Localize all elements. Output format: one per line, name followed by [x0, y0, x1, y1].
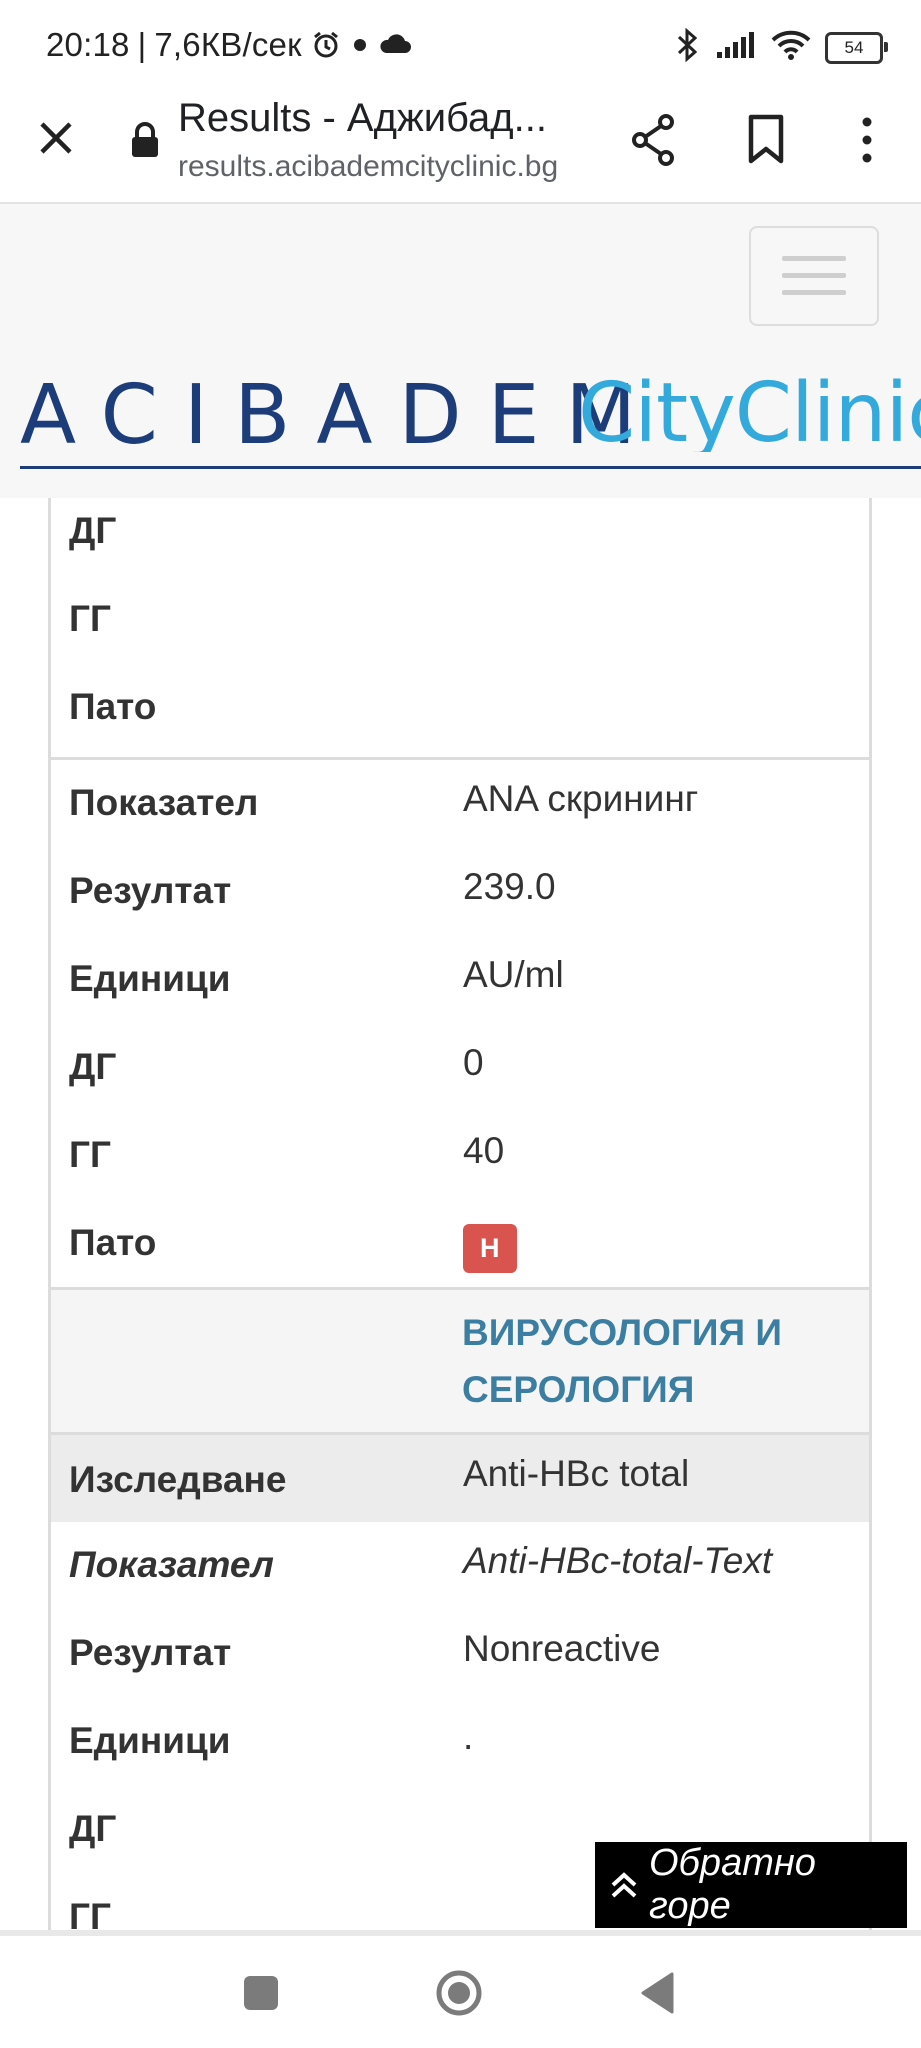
- signal-icon: [715, 30, 757, 65]
- table-row: ДГ: [51, 498, 869, 586]
- back-icon[interactable]: [640, 1972, 674, 2014]
- result-table-ana: Показател ANA скрининг Резултат 239.0 Ед…: [48, 760, 872, 1291]
- row-label: Резултат: [69, 1632, 232, 1673]
- table-row: Резултат Nonreactive: [51, 1610, 869, 1698]
- network-speed: 7,6КВ/сек: [154, 26, 302, 63]
- status-time-group: 20:18 | 7,6КВ/сек: [46, 26, 412, 64]
- row-value: .: [463, 1716, 474, 1757]
- back-to-top-label: Обратно горе: [649, 1842, 816, 1927]
- row-value: AU/ml: [463, 954, 564, 995]
- table-row: Пато H: [51, 1200, 869, 1285]
- table-row: Показател ANA скрининг: [51, 760, 869, 848]
- brand-logo-right: CityClinic: [578, 372, 921, 452]
- status-bar: 20:18 | 7,6КВ/сек 54: [0, 0, 921, 92]
- row-label: Пато: [69, 686, 157, 727]
- system-navigation-bar: [0, 1936, 921, 2048]
- bookmark-icon[interactable]: [746, 112, 786, 166]
- row-label: Единици: [69, 958, 231, 999]
- row-label: Единици: [69, 1720, 231, 1761]
- section-header-virology: ВИРУСОЛОГИЯ И СЕРОЛОГИЯ: [48, 1287, 872, 1435]
- table-row: Единици AU/ml: [51, 936, 869, 1024]
- row-label: ГГ: [69, 1134, 111, 1175]
- section-title: ВИРУСОЛОГИЯ И СЕРОЛОГИЯ: [462, 1312, 782, 1410]
- row-value: 40: [463, 1130, 505, 1171]
- table-row: Пато: [51, 674, 869, 757]
- table-row: ГГ 40: [51, 1112, 869, 1200]
- status-badge: H: [463, 1224, 517, 1273]
- bluetooth-icon: [675, 27, 701, 67]
- row-label: Изследване: [69, 1459, 287, 1500]
- row-value: ANA скрининг: [463, 778, 699, 819]
- browser-toolbar: Results - Аджибад... results.acibademcit…: [0, 92, 921, 204]
- back-to-top-button[interactable]: Обратно горе: [595, 1842, 907, 1928]
- brand-logo[interactable]: ACIBADEM CityClinic: [20, 372, 921, 452]
- table-row: Резултат 239.0: [51, 848, 869, 936]
- battery-icon: 54: [825, 31, 888, 64]
- row-value: 0: [463, 1042, 484, 1083]
- page-url[interactable]: results.acibademcityclinic.bg: [178, 150, 588, 184]
- row-label: ДГ: [69, 510, 117, 551]
- double-chevron-up-icon: [609, 1869, 639, 1901]
- row-label: Пато: [69, 1222, 157, 1263]
- row-label: ГГ: [69, 1896, 111, 1930]
- cloud-icon: [378, 33, 412, 57]
- table-row: Изследване Anti-HBc total: [51, 1435, 869, 1522]
- row-label: Показател: [69, 782, 259, 823]
- row-value: Anti-HBc-total-Text: [463, 1540, 773, 1581]
- table-row: Показател Anti-HBc-total-Text: [51, 1522, 869, 1610]
- share-icon[interactable]: [628, 112, 678, 168]
- recent-apps-icon[interactable]: [244, 1976, 278, 2010]
- row-value: Nonreactive: [463, 1628, 661, 1669]
- notification-dot-icon: [350, 35, 370, 55]
- row-label: Резултат: [69, 870, 232, 911]
- row-value: Anti-HBc total: [463, 1453, 690, 1494]
- row-label: ДГ: [69, 1046, 117, 1087]
- brand-underline: [20, 466, 921, 469]
- alarm-icon: [310, 29, 342, 61]
- result-table-continuation: ДГ ГГ Пато: [48, 498, 872, 760]
- table-row: ДГ 0: [51, 1024, 869, 1112]
- row-label: ДГ: [69, 1808, 117, 1849]
- close-tab-icon[interactable]: [34, 116, 78, 160]
- brand-logo-left: ACIBADEM: [20, 372, 663, 452]
- results-content: ДГ ГГ Пато Показател ANA скрининг Резулт…: [0, 498, 921, 1930]
- more-menu-icon[interactable]: [852, 112, 882, 168]
- status-icons: 54: [675, 27, 888, 67]
- menu-toggle-button[interactable]: [749, 226, 879, 326]
- wifi-icon: [771, 30, 811, 65]
- home-icon[interactable]: [434, 1968, 484, 2018]
- site-navbar: ACIBADEM CityClinic: [0, 204, 921, 498]
- lock-icon[interactable]: [130, 120, 160, 160]
- page-title[interactable]: Results - Аджибад...: [178, 96, 598, 141]
- battery-level: 54: [844, 37, 864, 57]
- table-row: Единици .: [51, 1698, 869, 1786]
- row-value: 239.0: [463, 866, 556, 907]
- row-label: Показател: [69, 1544, 274, 1585]
- clock-text: 20:18: [46, 26, 130, 63]
- table-row: ГГ: [51, 586, 869, 674]
- row-label: ГГ: [69, 598, 111, 639]
